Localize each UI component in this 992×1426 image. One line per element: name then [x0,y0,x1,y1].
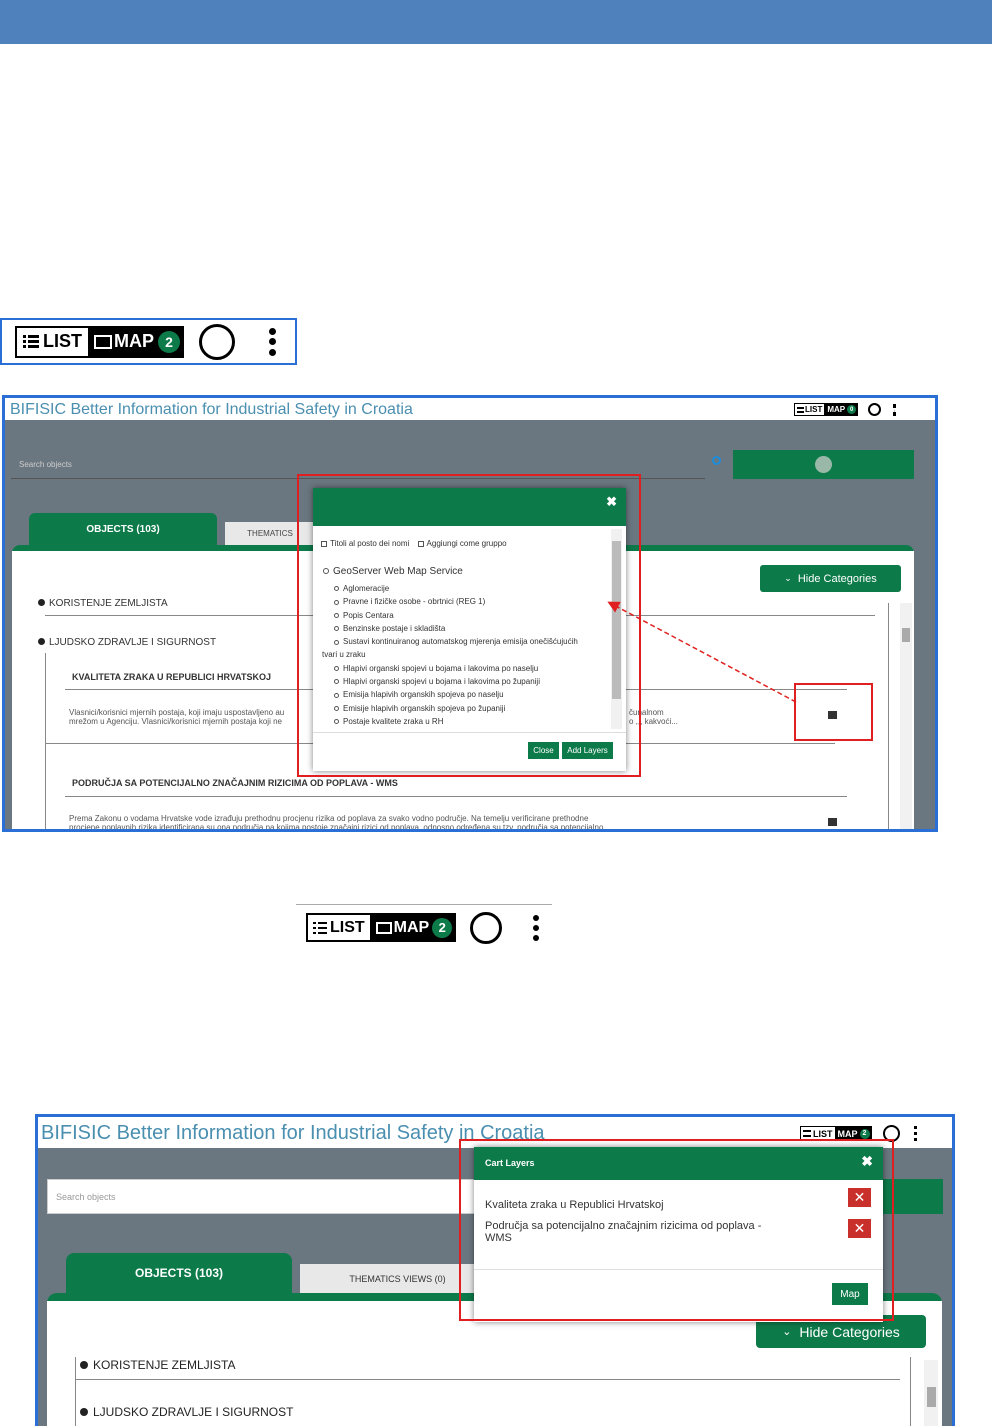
toolbar-snippet: LIST MAP 2 [0,318,297,365]
screenshot-cart-layers: BIFISIC Better Information for Industria… [35,1114,955,1426]
plus-circle-icon [80,1361,88,1369]
list-label: LIST [330,918,365,936]
tab-objects[interactable]: OBJECTS (103) [66,1253,292,1293]
list-vertical-line [75,1357,76,1426]
document-header-bar [0,0,992,44]
category-item[interactable]: LJUDSKO ZDRAVLJE I SIGURNOST [80,1405,293,1419]
user-avatar-icon[interactable] [199,323,235,360]
map-count-badge: 2 [432,917,453,938]
map-button[interactable]: MAP 2 [371,913,457,942]
list-button[interactable]: LIST [15,325,90,358]
divider [75,1379,900,1380]
toolbar-snippet: LIST MAP 2 [296,904,552,950]
list-vertical-line-right [910,1357,911,1426]
map-icon [375,921,392,934]
more-menu-icon[interactable] [532,914,539,941]
highlight-box-cart [459,1139,894,1321]
list-label: LIST [43,331,82,351]
minus-circle-icon [80,1408,88,1416]
map-label: MAP [393,918,430,936]
screenshot-add-layers: BIFISIC Better Information for Industria… [2,395,938,832]
map-count-badge: 2 [859,1128,870,1139]
more-menu-icon[interactable] [913,1126,917,1141]
scrollbar[interactable] [924,1360,938,1426]
list-icon [313,921,327,934]
list-icon [803,1130,811,1137]
category-item[interactable]: KORISTENJE ZEMLJISTA [80,1358,235,1372]
user-avatar-icon[interactable] [470,911,503,944]
map-label: MAP [114,331,154,351]
chevron-down-icon: ⌄ [782,1326,792,1338]
list-button[interactable]: LIST [306,913,372,942]
map-button[interactable]: MAP 2 [90,325,184,358]
more-menu-icon[interactable] [268,327,276,356]
search-input[interactable]: Search objects [47,1179,477,1214]
list-icon [23,334,39,349]
map-count-badge: 2 [158,330,180,353]
arrow-annotation [607,601,797,703]
map-icon [94,334,112,349]
